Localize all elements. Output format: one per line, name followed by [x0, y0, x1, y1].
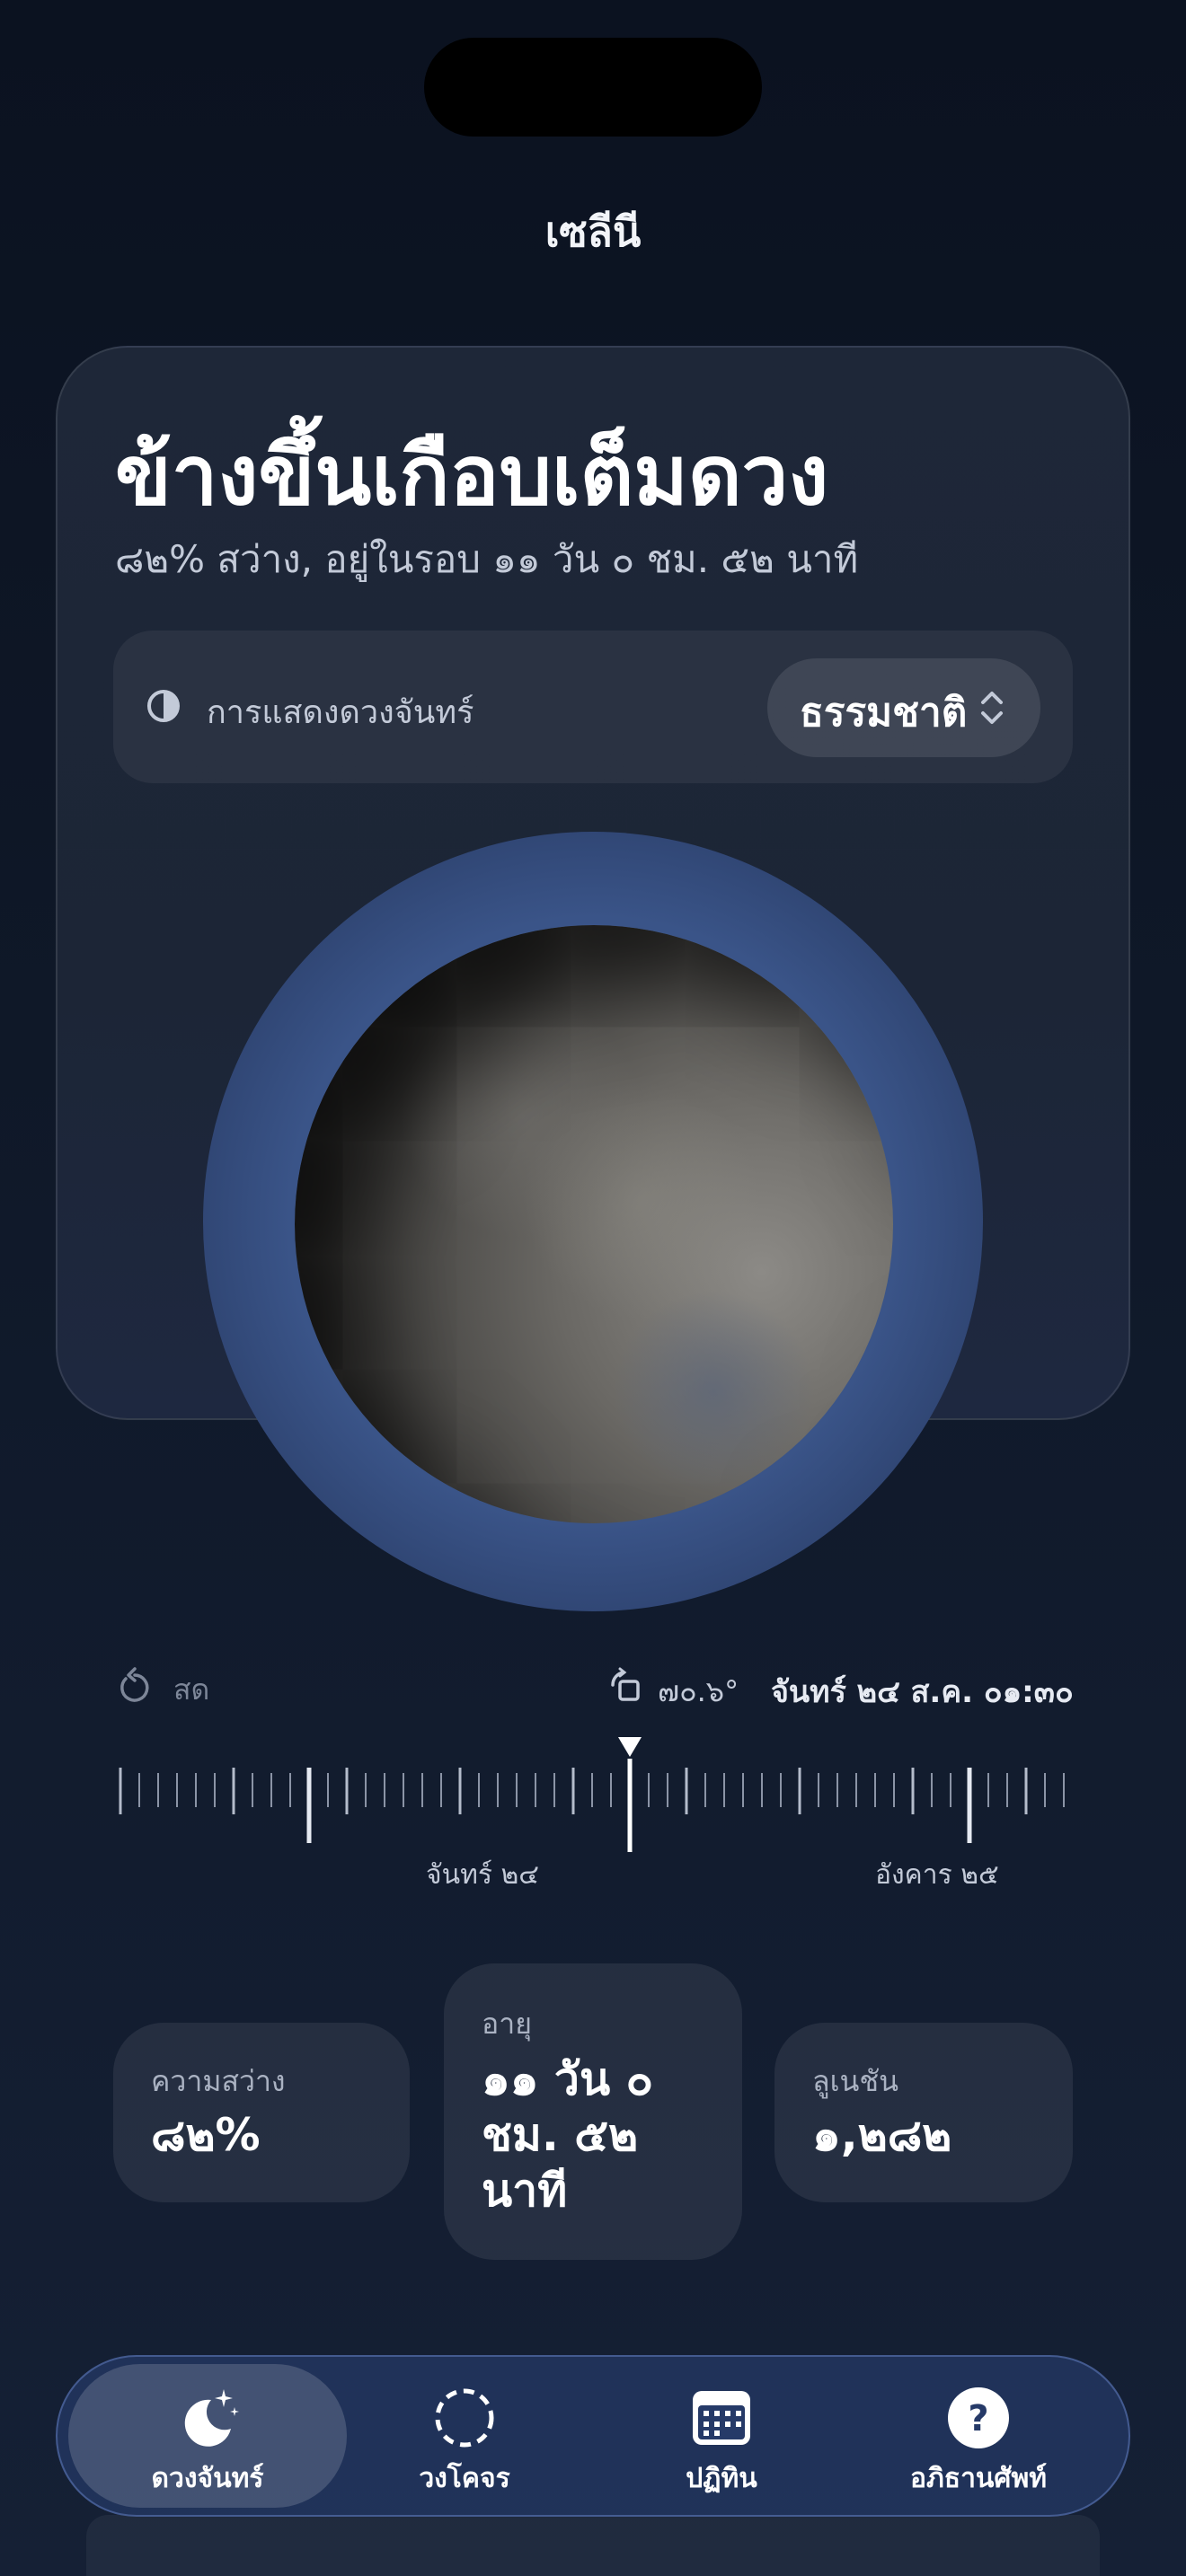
illumination-value: ๘๒%	[151, 2109, 261, 2161]
phase-subtitle: ๘๒% สว่าง, อยู่ในรอบ ๑๑ วัน ๐ ชม. ๕๒ นาท…	[115, 537, 859, 581]
lunation-value: ๑,๒๘๒	[812, 2109, 952, 2161]
content-below-card	[86, 2515, 1100, 2576]
age-label: อายุ	[482, 2007, 532, 2041]
rotation-angle: ๗๐.๖°	[658, 1674, 739, 1708]
calendar-icon	[693, 2391, 750, 2445]
time-scrubber[interactable]	[117, 1734, 1069, 1868]
lunation-label: ลูเนชัน	[812, 2064, 899, 2098]
moon-image[interactable]	[295, 925, 893, 1523]
question-icon: ?	[948, 2387, 1009, 2448]
day-label-tuesday: อังคาร ๒๕	[875, 1859, 999, 1891]
tab-orbit-label: วงโคจร	[419, 2463, 510, 2494]
tab-calendar[interactable]: ปฏิทิน	[582, 2364, 861, 2508]
dynamic-island	[424, 38, 762, 137]
chevron-up-down-icon[interactable]	[976, 686, 1008, 729]
rotate-icon	[611, 1667, 640, 1701]
moon-display-label: การแสดงดวงจันทร์	[207, 694, 474, 731]
moon-stars-icon	[184, 2389, 239, 2447]
age-value-line1: ๑๑ วัน ๐	[482, 2053, 654, 2105]
day-label-monday: จันทร์ ๒๔	[426, 1859, 539, 1891]
tab-moon[interactable]: ดวงจันทร์	[68, 2364, 347, 2508]
age-value-line2: ชม. ๕๒	[482, 2109, 639, 2161]
orbit-icon	[435, 2388, 494, 2448]
tab-orbit[interactable]: วงโคจร	[325, 2364, 604, 2508]
tab-glossary-label: อภิธานศัพท์	[909, 2463, 1048, 2494]
tab-glossary[interactable]: ? อภิธานศัพท์	[839, 2364, 1118, 2508]
illumination-label: ความสว่าง	[151, 2064, 286, 2098]
moon-display-selected-value[interactable]: ธรรมชาติ	[800, 681, 967, 744]
half-circle-icon	[147, 690, 180, 722]
live-button-label[interactable]: สด	[173, 1667, 209, 1713]
timeline-pointer-icon[interactable]	[618, 1737, 642, 1757]
tab-moon-label: ดวงจันทร์	[151, 2463, 264, 2494]
app-title: เซลีนี	[544, 207, 642, 256]
refresh-icon[interactable]	[117, 1666, 153, 1706]
current-datetime: จันทร์ ๒๔ ส.ค. ๐๑:๓๐	[771, 1674, 1074, 1710]
svg-text:?: ?	[968, 2398, 988, 2439]
moon-app-screen: เซลีนี ข้างขึ้นเกือบเต็มดวง ๘๒% สว่าง, อ…	[0, 0, 1186, 2576]
phase-name: ข้างขึ้นเกือบเต็มดวง	[115, 428, 829, 524]
tab-calendar-label: ปฏิทิน	[686, 2463, 757, 2494]
age-value-line3: นาที	[482, 2165, 568, 2217]
